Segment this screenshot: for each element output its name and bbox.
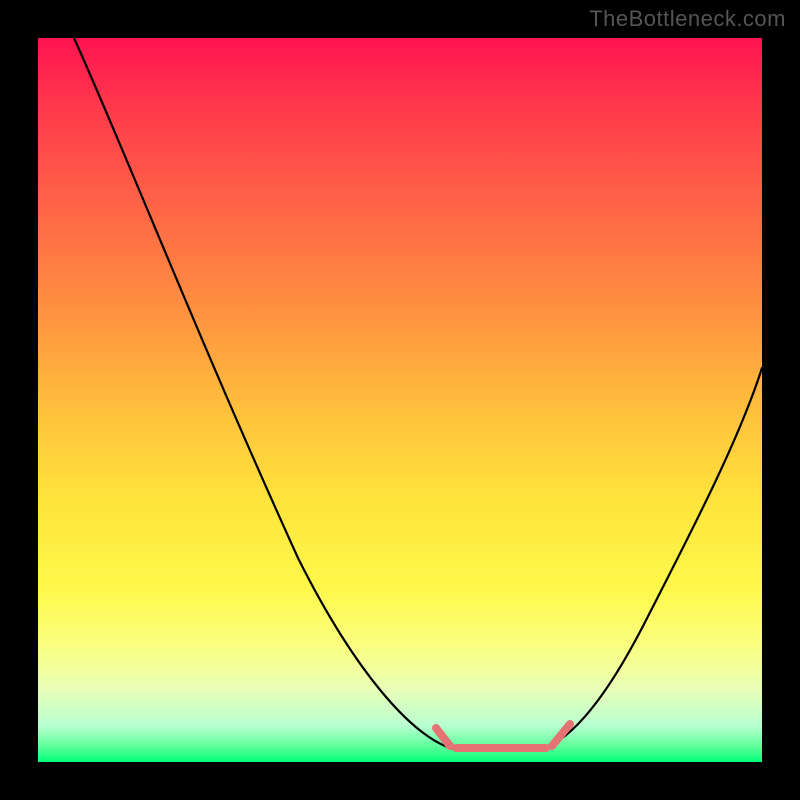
curve-svg: [38, 38, 762, 762]
plot-area: [38, 38, 762, 762]
chart-container: TheBottleneck.com: [0, 0, 800, 800]
optimal-range-marker: [436, 724, 570, 748]
bottleneck-curve: [74, 38, 762, 750]
watermark-text: TheBottleneck.com: [589, 6, 786, 32]
